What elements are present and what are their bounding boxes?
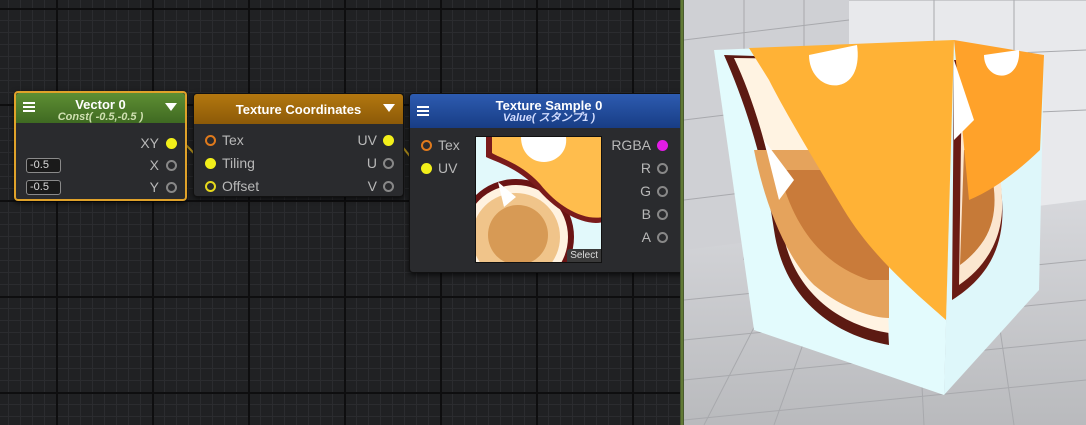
port-row-g: G (605, 181, 675, 201)
port-label: R (640, 160, 651, 176)
select-texture-button[interactable]: Select (567, 249, 601, 262)
port-label: XY (140, 135, 159, 151)
port-label: Y (149, 179, 159, 195)
port-row-y: -0.5 Y (16, 177, 185, 197)
port-label: G (640, 183, 651, 199)
x-value-field[interactable]: -0.5 (26, 158, 61, 173)
output-port-y[interactable] (166, 182, 177, 193)
texture-thumbnail-image (476, 137, 601, 262)
output-port-x[interactable] (166, 160, 177, 171)
scene-viewport[interactable] (684, 0, 1086, 425)
scene-render (684, 0, 1086, 425)
texture-coordinates-node-header[interactable]: Texture Coordinates (194, 94, 403, 124)
port-label: A (641, 229, 651, 245)
port-label: UV (438, 160, 458, 176)
port-row-offset: Offset V (194, 176, 403, 196)
output-port-rgba[interactable] (657, 140, 668, 151)
node-title: Vector 0 (75, 97, 126, 112)
port-row-a: A (605, 227, 675, 247)
output-port-b[interactable] (657, 209, 668, 220)
texture-coordinates-node[interactable]: Texture Coordinates Tex UV Tiling U Offs… (193, 93, 404, 197)
port-row-b: B (605, 204, 675, 224)
node-menu-icon[interactable] (23, 102, 35, 112)
port-label: V (367, 178, 377, 194)
collapse-icon[interactable] (383, 104, 395, 112)
texture-preview[interactable]: Select (475, 136, 602, 263)
port-row-rgba: RGBA (605, 135, 675, 155)
output-port-r[interactable] (657, 163, 668, 174)
input-port-offset[interactable] (205, 181, 216, 192)
port-label: Tex (438, 137, 460, 153)
port-label: RGBA (611, 137, 651, 153)
port-row-tex: Tex (410, 135, 480, 155)
port-label: UV (357, 132, 377, 148)
node-subtitle: Value( スタンプ1 ) (502, 112, 596, 124)
port-label: Tiling (222, 155, 255, 171)
output-port-a[interactable] (657, 232, 668, 243)
texture-sample-node-header[interactable]: Texture Sample 0 Value( スタンプ1 ) (410, 94, 680, 128)
output-port-v[interactable] (383, 181, 394, 192)
port-label: X (149, 157, 159, 173)
port-label: U (366, 155, 377, 171)
input-port-tiling[interactable] (205, 158, 216, 169)
collapse-icon[interactable] (165, 103, 177, 111)
port-row-xy: XY (16, 133, 185, 153)
port-label: Tex (222, 132, 244, 148)
vector-node-header[interactable]: Vector 0 Const( -0.5,-0.5 ) (16, 93, 185, 123)
port-label: Offset (222, 178, 260, 194)
input-port-uv[interactable] (421, 163, 432, 174)
node-subtitle: Const( -0.5,-0.5 ) (57, 111, 144, 123)
port-row-r: R (605, 158, 675, 178)
texture-sample-node[interactable]: Texture Sample 0 Value( スタンプ1 ) Tex UV S… (409, 93, 680, 273)
input-port-tex[interactable] (421, 140, 432, 151)
port-row-tiling: Tiling U (194, 153, 403, 173)
output-port-xy[interactable] (166, 138, 177, 149)
port-row-uv: UV (410, 158, 480, 178)
node-graph-canvas[interactable]: Vector 0 Const( -0.5,-0.5 ) XY -0.5 X -0… (0, 0, 680, 425)
output-port-u[interactable] (383, 158, 394, 169)
port-row-tex: Tex UV (194, 130, 403, 150)
node-menu-icon[interactable] (417, 106, 429, 116)
node-title: Texture Coordinates (235, 102, 362, 117)
output-port-uv[interactable] (383, 135, 394, 146)
node-title: Texture Sample 0 (495, 98, 603, 113)
y-value-field[interactable]: -0.5 (26, 180, 61, 195)
input-port-tex[interactable] (205, 135, 216, 146)
port-row-x: -0.5 X (16, 155, 185, 175)
port-label: B (641, 206, 651, 222)
output-port-g[interactable] (657, 186, 668, 197)
vector-node[interactable]: Vector 0 Const( -0.5,-0.5 ) XY -0.5 X -0… (14, 91, 187, 201)
